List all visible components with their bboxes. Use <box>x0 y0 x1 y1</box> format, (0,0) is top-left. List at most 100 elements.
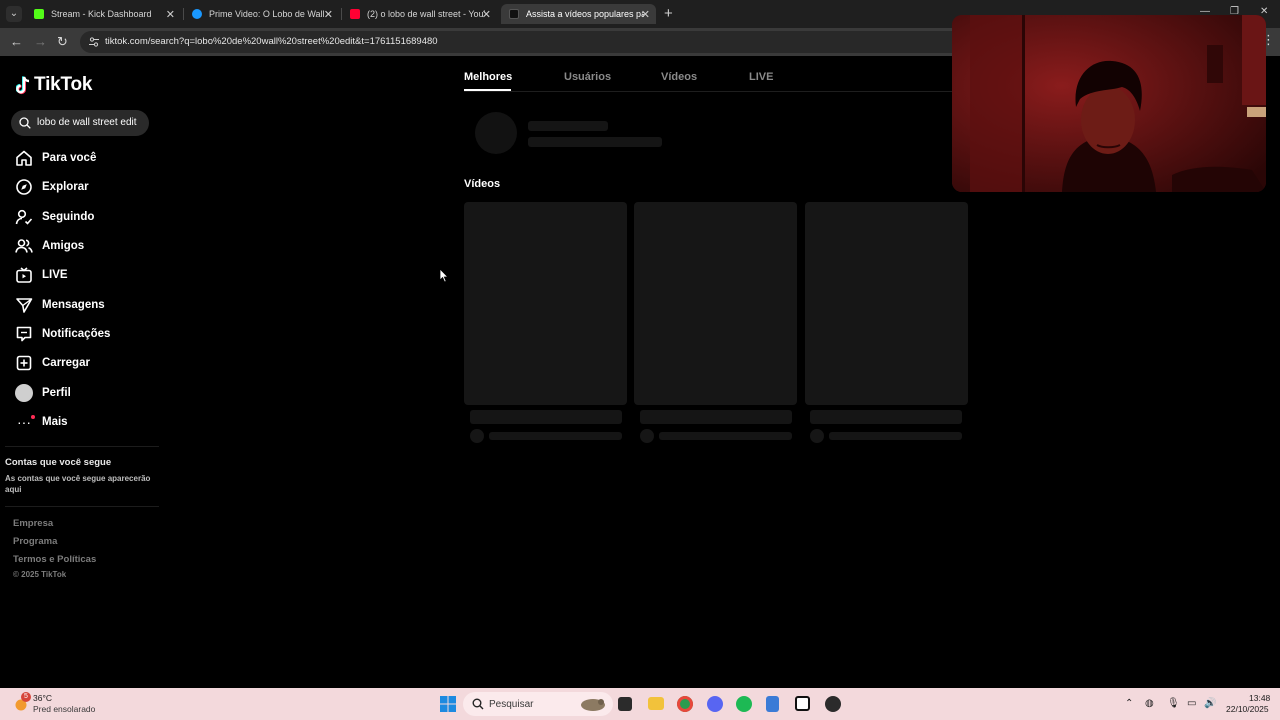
sidebar-divider <box>5 446 159 447</box>
discord-icon[interactable] <box>707 696 723 712</box>
nav-item-live[interactable]: LIVE <box>14 264 154 286</box>
following-accounts-hint: As contas que você segue aparecerão aqui <box>5 474 151 494</box>
nav-item-mensagens[interactable]: Mensagens <box>14 294 154 316</box>
friends-icon <box>14 236 34 256</box>
network-app-icon[interactable]: ◍ <box>1145 698 1154 709</box>
tab-usuarios[interactable]: Usuários <box>564 71 611 83</box>
obs-icon[interactable] <box>825 696 841 712</box>
nav-label: Explorar <box>42 181 89 193</box>
browser-tab-youtube[interactable]: (2) o lobo de wall street - YouTu... ✕ <box>342 4 497 24</box>
tab-search-button[interactable]: ⌄ <box>6 6 22 22</box>
tab-title: Assista a vídeos populares par... <box>526 9 644 19</box>
browser-tab-tiktok[interactable]: Assista a vídeos populares par... ✕ <box>501 4 656 24</box>
close-tab-icon[interactable]: ✕ <box>482 8 491 21</box>
video-card-placeholder <box>634 202 797 405</box>
notification-dot <box>31 415 35 419</box>
skeleton-line <box>829 432 962 440</box>
chevron-up-icon[interactable]: ⌃ <box>1125 698 1133 709</box>
search-input[interactable]: lobo de wall street edit <box>11 110 149 136</box>
windows-start-icon[interactable] <box>440 696 456 712</box>
taskbar: 5 36°C Pred ensolarado Pesquisar ⌃ ◍ 🎙 ▭… <box>0 688 1280 720</box>
temperature[interactable]: 36°C <box>33 693 52 703</box>
clock-time[interactable]: 13:48 <box>1249 693 1270 703</box>
search-icon[interactable] <box>19 117 31 129</box>
microphone-icon[interactable]: 🎙 <box>1167 698 1180 709</box>
nav-item-carregar[interactable]: Carregar <box>14 352 154 374</box>
compass-icon <box>14 177 34 197</box>
nav-item-para-voce[interactable]: Para você <box>14 147 154 169</box>
skeleton-line <box>528 121 608 131</box>
nav-item-explorar[interactable]: Explorar <box>14 176 154 198</box>
webcam-overlay <box>952 15 1266 192</box>
upload-icon <box>14 353 34 373</box>
footer-link-empresa[interactable]: Empresa <box>13 518 53 529</box>
nav-label: Mensagens <box>42 299 105 311</box>
following-accounts-title: Contas que você segue <box>5 457 112 468</box>
tab-live[interactable]: LIVE <box>749 71 773 83</box>
skeleton-line <box>810 410 962 424</box>
mouse-cursor-icon <box>439 268 449 283</box>
home-icon <box>14 148 34 168</box>
tab-videos[interactable]: Vídeos <box>661 71 697 83</box>
tab-melhores[interactable]: Melhores <box>464 71 512 83</box>
weather-condition[interactable]: Pred ensolarado <box>33 704 95 714</box>
webcam-feed <box>952 15 1266 192</box>
tiktok-logo[interactable]: TikTok <box>16 74 92 96</box>
footer-link-termos[interactable]: Termos e Políticas <box>13 554 96 565</box>
nav-item-perfil[interactable]: Perfil <box>14 382 154 404</box>
close-tab-icon[interactable]: ✕ <box>166 8 175 21</box>
task-view-icon[interactable] <box>618 697 632 711</box>
skeleton-avatar <box>810 429 824 443</box>
browser-tab-prime-video[interactable]: Prime Video: O Lobo de Wall St... ✕ <box>184 4 339 24</box>
skeleton-avatar <box>470 429 484 443</box>
nav-item-mais[interactable]: ··· Mais <box>14 411 154 433</box>
live-icon <box>14 265 34 285</box>
taskbar-search[interactable]: Pesquisar <box>463 692 613 716</box>
spotify-icon[interactable] <box>736 696 752 712</box>
browser-tab-kick[interactable]: Stream - Kick Dashboard ✕ <box>26 4 181 24</box>
url-text: tiktok.com/search?q=lobo%20de%20wall%20s… <box>105 36 438 47</box>
sidebar-divider <box>5 506 159 507</box>
skeleton-avatar <box>475 112 517 154</box>
video-card-placeholder <box>805 202 968 405</box>
close-window-button[interactable]: ✕ <box>1260 6 1268 17</box>
reload-icon[interactable]: ↻ <box>57 34 68 50</box>
notepad-icon[interactable] <box>766 696 779 712</box>
skeleton-line <box>640 410 792 424</box>
site-info-icon[interactable] <box>88 36 100 48</box>
copyright: © 2025 TikTok <box>13 570 67 579</box>
nav-item-seguindo[interactable]: Seguindo <box>14 206 154 228</box>
skeleton-line <box>489 432 622 440</box>
nav-item-amigos[interactable]: Amigos <box>14 235 154 257</box>
forward-arrow-icon[interactable]: → <box>34 34 47 49</box>
file-explorer-icon[interactable] <box>648 697 664 710</box>
nav-label: Amigos <box>42 240 85 252</box>
send-icon <box>14 295 34 315</box>
close-tab-icon[interactable]: ✕ <box>324 8 333 21</box>
tab-title: Stream - Kick Dashboard <box>51 9 152 19</box>
footer-link-programa[interactable]: Programa <box>13 536 57 547</box>
search-highlight-image <box>581 699 605 711</box>
monitor-icon[interactable]: ▭ <box>1187 698 1196 709</box>
back-arrow-icon[interactable]: ← <box>10 34 23 49</box>
notion-icon[interactable] <box>795 696 810 711</box>
chrome-icon[interactable] <box>677 696 693 712</box>
volume-icon[interactable]: 🔊 <box>1204 698 1216 709</box>
logo-text: TikTok <box>34 74 93 95</box>
following-icon <box>14 207 34 227</box>
nav-label: Para você <box>42 152 97 164</box>
skeleton-line <box>528 137 662 147</box>
youtube-favicon-icon <box>350 9 360 19</box>
tiktok-favicon-icon <box>509 9 519 19</box>
kick-favicon-icon <box>34 9 44 19</box>
skeleton-avatar <box>640 429 654 443</box>
skeleton-line <box>470 410 622 424</box>
nav-item-notificacoes[interactable]: Notificações <box>14 323 154 345</box>
new-tab-button[interactable]: + <box>664 5 673 22</box>
more-icon: ··· <box>14 412 35 432</box>
tabs-divider <box>464 91 954 92</box>
close-tab-icon[interactable]: ✕ <box>641 8 650 21</box>
tab-title: (2) o lobo de wall street - YouTu... <box>367 9 485 19</box>
clock-date[interactable]: 22/10/2025 <box>1226 704 1269 714</box>
search-icon <box>472 698 484 710</box>
